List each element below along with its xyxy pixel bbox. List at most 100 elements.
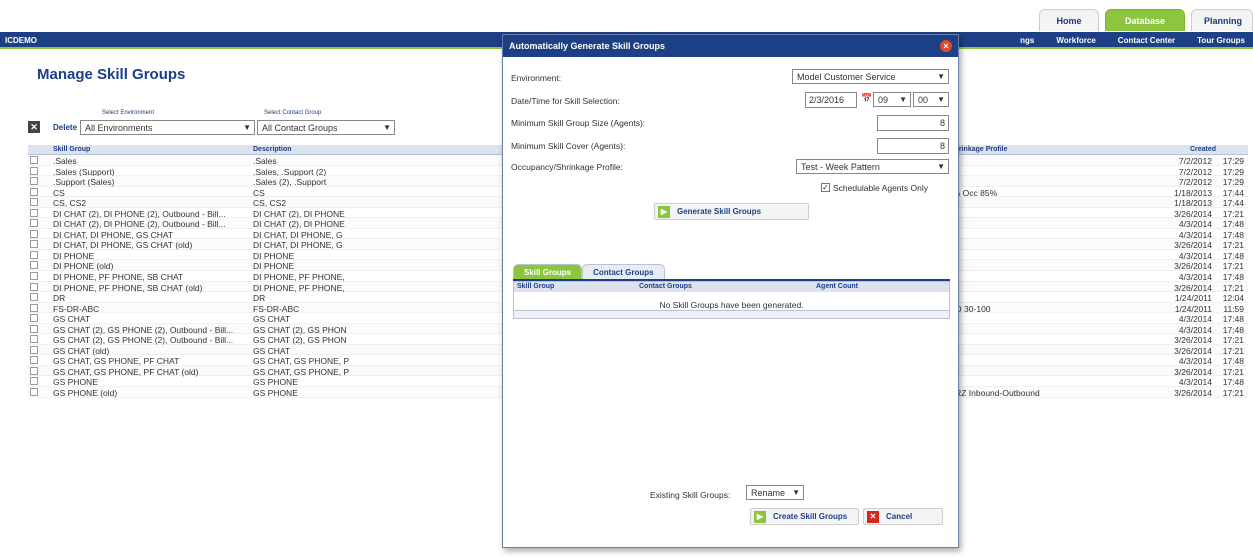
cell-created-time: 11:59 xyxy=(1223,303,1244,314)
minute-select[interactable]: 00 ▼ xyxy=(913,92,949,107)
cell-created-date: 4/3/2014 xyxy=(1178,377,1212,388)
cell-skill-group: DI PHONE, PF PHONE, SB CHAT (old) xyxy=(53,282,203,293)
generate-skill-groups-button[interactable]: ▶ Generate Skill Groups xyxy=(654,203,809,220)
existing-groups-select[interactable]: Rename ▼ xyxy=(746,485,804,500)
row-checkbox[interactable] xyxy=(30,208,38,217)
cell-profile: MRZ Inbound-Outbound xyxy=(948,388,1040,399)
row-checkbox[interactable] xyxy=(30,345,38,354)
row-checkbox[interactable] xyxy=(30,314,38,323)
row-checkbox[interactable] xyxy=(30,388,38,397)
cell-created-time: 17:21 xyxy=(1222,366,1244,377)
col-created[interactable]: Created xyxy=(1178,146,1228,153)
contact-group-select[interactable]: All Contact Groups ▼ xyxy=(257,120,395,135)
hour-value: 09 xyxy=(878,95,889,105)
row-checkbox[interactable] xyxy=(30,293,38,302)
profile-select[interactable]: Test - Week Pattern ▼ xyxy=(796,159,949,174)
cell-created-time: 17:21 xyxy=(1222,208,1244,219)
cell-created-date: 4/3/2014 xyxy=(1178,314,1212,325)
calendar-icon[interactable]: 📅 xyxy=(861,93,872,104)
row-checkbox[interactable] xyxy=(30,324,38,333)
cell-description: GS CHAT, GS PHONE, P xyxy=(253,366,350,377)
row-checkbox[interactable] xyxy=(30,187,38,196)
cell-description: .Sales xyxy=(253,156,277,166)
modal-environment-select[interactable]: Model Customer Service ▼ xyxy=(792,69,949,84)
cell-created-time: 17:48 xyxy=(1222,377,1244,388)
cell-created-time: 17:21 xyxy=(1222,282,1244,293)
cell-created-time: 17:44 xyxy=(1222,198,1244,209)
cell-created-date: 3/26/2014 xyxy=(1174,208,1212,219)
row-checkbox[interactable] xyxy=(30,335,38,344)
results-footer xyxy=(513,311,950,319)
modal-environment-value: Model Customer Service xyxy=(797,72,896,82)
date-input[interactable]: 2/3/2016 xyxy=(805,92,857,108)
row-checkbox[interactable] xyxy=(30,229,38,238)
nav-link-contact-center[interactable]: Contact Center xyxy=(1118,36,1175,45)
tab-contact-groups[interactable]: Contact Groups xyxy=(582,264,665,279)
row-checkbox[interactable] xyxy=(30,356,38,365)
tab-planning[interactable]: Planning xyxy=(1191,9,1253,31)
cell-created-time: 17:48 xyxy=(1222,250,1244,261)
row-checkbox[interactable] xyxy=(30,166,38,175)
cell-skill-group: DI PHONE (old) xyxy=(53,261,114,272)
cell-created-time: 17:21 xyxy=(1222,261,1244,272)
cell-created-date: 1/24/2011 xyxy=(1174,303,1212,314)
nav-link-tour-groups[interactable]: Tour Groups xyxy=(1197,36,1245,45)
nav-link-settings[interactable]: ngs xyxy=(1020,36,1034,45)
row-checkbox[interactable] xyxy=(30,250,38,259)
generate-button-label: Generate Skill Groups xyxy=(677,207,762,216)
close-icon[interactable]: × xyxy=(940,40,952,52)
col-skill-group[interactable]: Skill Group xyxy=(53,146,263,153)
schedulable-label: Schedulable Agents Only xyxy=(833,183,928,193)
datetime-label: Date/Time for Skill Selection: xyxy=(511,96,620,106)
tab-home[interactable]: Home xyxy=(1039,9,1099,31)
row-checkbox[interactable] xyxy=(30,240,38,249)
row-checkbox[interactable] xyxy=(30,198,38,207)
row-checkbox[interactable] xyxy=(30,219,38,228)
results-col-contact-groups: Contact Groups xyxy=(639,283,692,290)
page-title: Manage Skill Groups xyxy=(37,66,186,83)
close-icon: ✕ xyxy=(867,511,879,523)
cell-description: GS PHONE xyxy=(253,388,298,399)
cell-created-time: 17:29 xyxy=(1222,156,1244,166)
cell-description: .Sales, .Support (2) xyxy=(253,166,327,177)
cell-description: GS CHAT xyxy=(253,345,291,356)
profile-label: Occupancy/Shrinkage Profile: xyxy=(511,162,623,172)
generate-skill-groups-dialog: Automatically Generate Skill Groups × En… xyxy=(502,34,959,548)
col-profile[interactable]: /Shrinkage Profile xyxy=(948,146,1048,153)
chevron-down-icon: ▼ xyxy=(937,162,945,171)
row-checkbox[interactable] xyxy=(30,261,38,270)
cancel-button[interactable]: ✕ Cancel xyxy=(863,508,943,525)
cell-created-date: 4/3/2014 xyxy=(1178,272,1212,283)
min-cover-input[interactable]: 8 xyxy=(877,138,949,154)
environment-select[interactable]: All Environments ▼ xyxy=(80,120,255,135)
cell-created-date: 3/26/2014 xyxy=(1174,388,1212,399)
row-checkbox[interactable] xyxy=(30,366,38,375)
cell-created-date: 1/18/2013 xyxy=(1174,198,1212,209)
row-checkbox[interactable] xyxy=(30,156,38,164)
cell-created-date: 4/3/2014 xyxy=(1178,356,1212,367)
row-checkbox[interactable] xyxy=(30,177,38,186)
delete-icon[interactable]: ✕ xyxy=(28,121,40,133)
row-checkbox[interactable] xyxy=(30,303,38,312)
cell-description: FS-DR-ABC xyxy=(253,303,300,314)
arrow-icon: ▶ xyxy=(658,206,670,218)
cell-skill-group: GS CHAT (old) xyxy=(53,345,110,356)
cell-created-time: 17:48 xyxy=(1222,219,1244,230)
cell-created-date: 7/2/2012 xyxy=(1178,156,1212,166)
cell-description: DI PHONE, PF PHONE, xyxy=(253,282,345,293)
create-skill-groups-button[interactable]: ▶ Create Skill Groups xyxy=(750,508,859,525)
cell-description: DI PHONE xyxy=(253,261,295,272)
cell-skill-group: DI CHAT, DI PHONE, GS CHAT (old) xyxy=(53,240,193,251)
cell-profile: 1-D 30-100 xyxy=(948,303,991,314)
nav-link-workforce[interactable]: Workforce xyxy=(1056,36,1095,45)
hour-select[interactable]: 09 ▼ xyxy=(873,92,911,107)
row-checkbox[interactable] xyxy=(30,377,38,386)
tab-database[interactable]: Database xyxy=(1105,9,1185,31)
col-description[interactable]: Description xyxy=(253,146,503,153)
min-size-input[interactable]: 8 xyxy=(877,115,949,131)
tab-skill-groups[interactable]: Skill Groups xyxy=(513,264,583,279)
row-checkbox[interactable] xyxy=(30,282,38,291)
row-checkbox[interactable] xyxy=(30,272,38,281)
delete-button[interactable]: Delete xyxy=(53,123,77,132)
schedulable-checkbox[interactable]: ✓ xyxy=(821,183,830,192)
